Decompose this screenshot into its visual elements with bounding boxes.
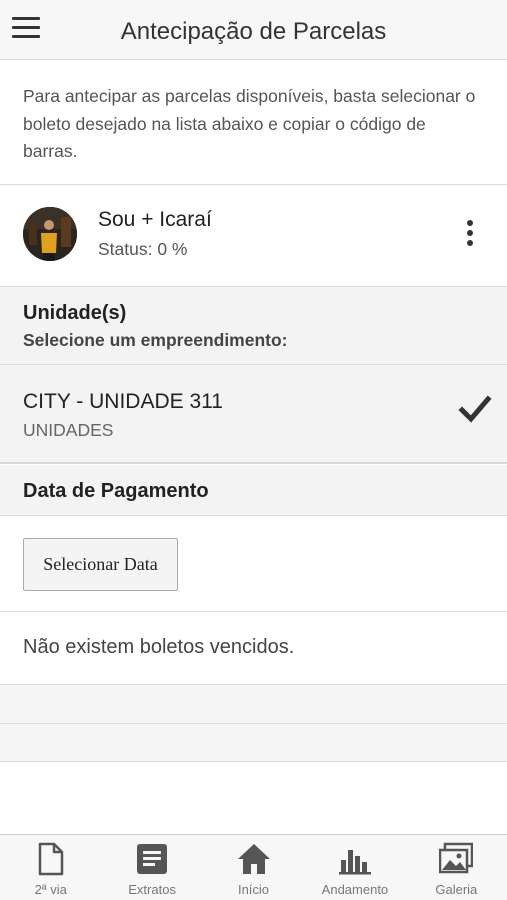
bottom-nav: 2ª via Extratos Início Andamento Galeria (0, 834, 507, 900)
page-title: Antecipação de Parcelas (120, 18, 387, 45)
unit-list-item[interactable]: CITY - UNIDADE 311 UNIDADES (0, 365, 507, 464)
unit-type: UNIDADES (23, 420, 114, 440)
app-screen: Antecipação de Parcelas Para antecipar a… (0, 0, 507, 900)
nav-item-2via[interactable]: 2ª via (0, 835, 101, 900)
home-icon (237, 844, 270, 874)
nav-label: Andamento (321, 882, 389, 897)
document-icon (38, 842, 63, 876)
nav-item-extratos[interactable]: Extratos (101, 835, 202, 900)
nav-label: Galeria (435, 882, 478, 897)
more-options-icon[interactable] (460, 220, 480, 254)
gallery-icon (439, 842, 474, 874)
units-title: Unidade(s) (23, 302, 127, 324)
nav-label: Início (237, 882, 270, 897)
unit-name: CITY - UNIDADE 311 (23, 390, 223, 413)
nav-item-andamento[interactable]: Andamento (304, 835, 405, 900)
empty-list-row (0, 684, 507, 723)
nav-item-galeria[interactable]: Galeria (406, 835, 507, 900)
statement-icon (137, 844, 168, 874)
date-area: Selecionar Data (0, 516, 507, 612)
bar-chart-icon (338, 850, 371, 875)
units-section-header: Unidade(s) Selecione um empreendimento: (0, 287, 507, 365)
project-card: Sou + Icaraí Status: 0 % (0, 186, 507, 287)
empty-message: Não existem boletos vencidos. (23, 636, 295, 658)
nav-label: 2ª via (34, 882, 67, 897)
units-subtitle: Selecione um empreendimento: (23, 330, 288, 350)
select-date-button[interactable]: Selecionar Data (23, 538, 178, 591)
project-status: Status: 0 % (98, 239, 188, 259)
checkmark-icon (458, 395, 492, 423)
project-name: Sou + Icaraí (98, 208, 212, 231)
empty-list-row (0, 723, 507, 762)
nav-item-inicio[interactable]: Início (203, 835, 304, 900)
intro-text: Para antecipar as parcelas disponíveis, … (0, 61, 507, 185)
avatar (23, 207, 77, 261)
date-title: Data de Pagamento (23, 480, 209, 502)
app-header: Antecipação de Parcelas (0, 0, 507, 60)
nav-label: Extratos (128, 882, 176, 897)
date-section-header: Data de Pagamento (0, 465, 507, 516)
